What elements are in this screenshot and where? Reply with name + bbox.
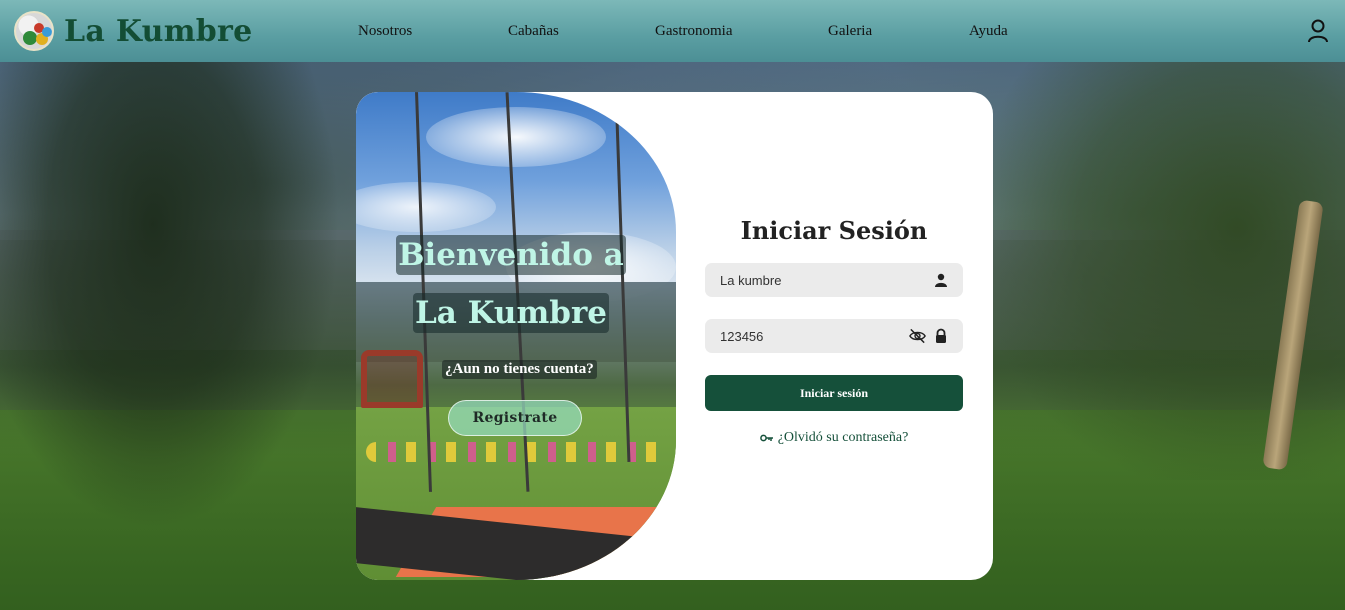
lock-icon: [936, 328, 946, 343]
register-button[interactable]: Registrate: [448, 400, 582, 436]
nav-item-gastronomia[interactable]: Gastronomia: [655, 23, 732, 40]
welcome-line-1: Bienvenido a: [396, 235, 626, 275]
username-value: La kumbre: [720, 272, 782, 288]
key-icon: [759, 434, 773, 442]
photo-swing-frame: [361, 350, 423, 408]
nav-item-ayuda[interactable]: Ayuda: [969, 23, 1008, 40]
top-navbar: La Kumbre Nosotros Cabañas Gastronomia G…: [0, 0, 1345, 62]
password-field[interactable]: 123456: [705, 319, 963, 353]
username-field[interactable]: La kumbre: [705, 263, 963, 297]
login-title: Iniciar Sesión: [740, 216, 928, 245]
welcome-line-2: La Kumbre: [412, 293, 609, 333]
login-card: Bienvenido a La Kumbre ¿Aun no tienes cu…: [356, 92, 993, 580]
welcome-heading-2: La Kumbre: [356, 293, 666, 333]
forgot-password-label: ¿Olvidó su contraseña?: [777, 430, 909, 445]
photo-cloud: [426, 107, 606, 167]
photo-painted-dots: [366, 442, 666, 462]
nav-item-nosotros[interactable]: Nosotros: [358, 23, 412, 40]
user-icon: [935, 273, 947, 287]
no-account-text: ¿Aun no tienes cuenta?: [442, 360, 597, 379]
login-form: Iniciar Sesión La kumbre 123456 Iniciar …: [705, 92, 963, 580]
welcome-heading: Bienvenido a: [356, 235, 666, 275]
forgot-password-link[interactable]: ¿Olvidó su contraseña?: [705, 430, 963, 446]
password-value: 123456: [720, 328, 764, 344]
nav-item-galeria[interactable]: Galeria: [828, 23, 872, 40]
login-submit-button[interactable]: Iniciar sesión: [705, 375, 963, 411]
eye-slash-icon[interactable]: [908, 327, 927, 345]
welcome-photo-panel: Bienvenido a La Kumbre ¿Aun no tienes cu…: [356, 92, 676, 580]
photo-cloud: [356, 182, 496, 232]
nav-item-cabanas[interactable]: Cabañas: [508, 23, 559, 40]
main-nav: Nosotros Cabañas Gastronomia Galeria Ayu…: [0, 0, 1345, 62]
user-icon[interactable]: [1307, 19, 1329, 43]
background-tree-left: [0, 60, 340, 530]
